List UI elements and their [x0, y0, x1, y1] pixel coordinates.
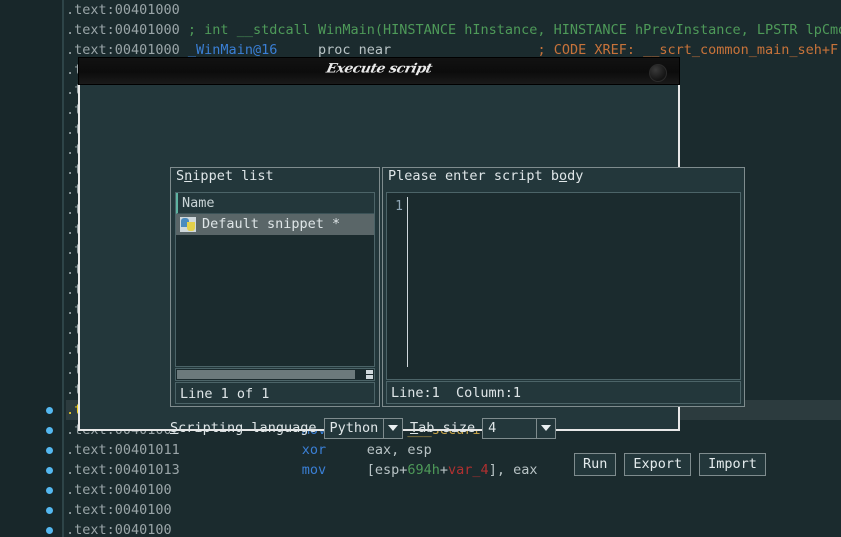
snippet-column-header[interactable]: Name	[176, 193, 374, 214]
script-body-label: Please enter script body	[385, 168, 587, 184]
editor-line-number: 1	[395, 199, 403, 214]
list-item-label: Default snippet *	[202, 216, 341, 232]
ida-address: .text:00401011	[66, 442, 180, 458]
chevron-down-icon[interactable]	[537, 417, 557, 439]
script-body-editor[interactable]: 1	[386, 192, 741, 380]
tab-size-value[interactable]: 4	[482, 417, 538, 439]
scripting-language-label: Scripting language	[170, 420, 317, 436]
tab-size-combo[interactable]: 4	[482, 417, 557, 439]
scripting-language-combo[interactable]: Python	[323, 417, 404, 439]
ida-code-line[interactable]: .text:0040100	[66, 520, 841, 537]
scripting-language-row: Scripting language Python	[170, 416, 404, 440]
tab-size-row: Tab size 4	[410, 416, 557, 440]
editor-line-numbers: 1	[387, 193, 403, 379]
export-button[interactable]: Export	[624, 453, 692, 476]
breakpoint-dot-icon[interactable]	[46, 527, 53, 534]
snippet-horizontal-scrollbar[interactable]	[175, 368, 375, 381]
list-item[interactable]: Default snippet *	[176, 214, 374, 235]
tab-size-label: Tab size	[410, 420, 476, 436]
scroll-up-arrow-icon[interactable]	[366, 370, 373, 374]
import-button[interactable]: Import	[699, 453, 766, 476]
execute-script-dialog[interactable]: Snippet list Name Default snippet * Line…	[78, 57, 766, 476]
ida-gutter-separator	[62, 0, 64, 537]
editor-caret	[407, 197, 408, 367]
python-icon	[180, 217, 196, 232]
ida-code-line[interactable]: .text:00401000	[66, 0, 841, 20]
window-circle-icon[interactable]	[649, 64, 667, 82]
scripting-language-value[interactable]: Python	[323, 417, 385, 439]
editor-status-text: Line:1 Column:1	[386, 381, 741, 404]
snippet-list-label: Snippet list	[173, 168, 277, 184]
snippet-listbox[interactable]: Name Default snippet *	[175, 192, 375, 367]
dialog-title-bar[interactable]: Execute script	[78, 57, 680, 85]
breakpoint-dot-icon[interactable]	[46, 427, 53, 434]
breakpoint-dot-icon[interactable]	[46, 507, 53, 514]
ida-code-line[interactable]: .text:00401000 ; int __stdcall WinMain(H…	[66, 20, 841, 40]
run-button[interactable]: Run	[574, 453, 617, 476]
snippet-status-text: Line 1 of 1	[175, 382, 375, 404]
dialog-title: Execute script	[324, 61, 434, 77]
scroll-down-arrow-icon[interactable]	[366, 375, 373, 379]
breakpoint-dot-icon[interactable]	[46, 467, 53, 474]
ida-code-line[interactable]: .text:0040100	[66, 480, 841, 500]
dialog-button-row: Run Export Import	[574, 453, 766, 476]
chevron-down-icon[interactable]	[384, 417, 404, 439]
breakpoint-dot-icon[interactable]	[46, 407, 53, 414]
ida-breakpoint-column[interactable]	[44, 0, 60, 537]
snippet-rows[interactable]: Default snippet *	[176, 214, 374, 235]
ida-code-line[interactable]: .text:0040100	[66, 500, 841, 520]
breakpoint-dot-icon[interactable]	[46, 487, 53, 494]
scrollbar-thumb[interactable]	[177, 370, 355, 379]
breakpoint-dot-icon[interactable]	[46, 447, 53, 454]
ida-address: .text:00401013	[66, 462, 180, 478]
